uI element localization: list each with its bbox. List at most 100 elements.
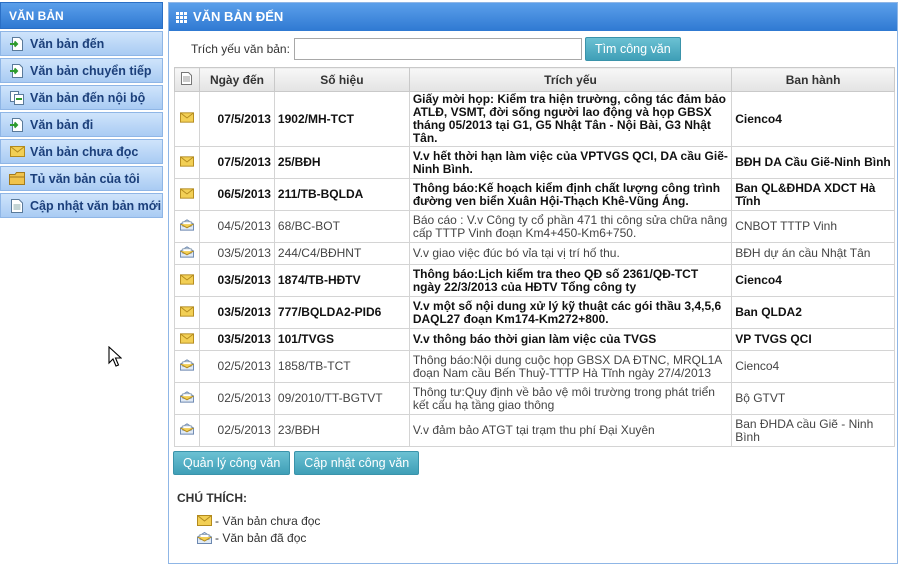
envelope-open-icon [179,359,194,374]
table-row[interactable]: 03/5/2013 101/TVGS V.v thông báo thời gian… [174,328,895,351]
row-date: 02/5/2013 [198,350,275,383]
sidebar-item-3[interactable]: Văn bản đến nội bộ [0,85,163,110]
sidebar-item-label: Văn bản đi [30,117,94,132]
document-arrow-icon [9,36,25,51]
update-documents-button[interactable]: Cập nhật công văn [294,451,420,475]
row-number: 1858/TB-TCT [273,350,410,383]
sidebar: VĂN BẢN Văn bản đến Văn bản chuyển tiếp Vă… [0,2,163,220]
envelope-closed-icon [179,305,194,320]
row-summary[interactable]: V.v đảm bảo ATGT tại trạm thu phí Đại Xu… [408,414,733,447]
envelope-closed-icon [197,515,212,527]
manage-documents-button[interactable]: Quản lý công văn [173,451,291,475]
table-row[interactable]: 06/5/2013 211/TB-BQLDA Thông báo:Kế hoạch … [174,178,895,211]
sidebar-title: VĂN BẢN [0,2,163,29]
row-summary[interactable]: Thông báo:Lịch kiểm tra theo QĐ số 2361/… [408,264,733,297]
row-number: 1874/TB-HĐTV [273,264,410,297]
document-icon [9,198,25,213]
legend-read: - Văn bản đã đọc [197,531,320,545]
row-status-cell [174,178,200,211]
sidebar-item-label: Văn bản chưa đọc [30,144,139,159]
row-issuer: Ban QL&ĐHDA XDCT Hà Tĩnh [731,178,895,211]
table-row[interactable]: 03/5/2013 777/BQLDA2-PID6 V.v một số nội d… [174,296,895,329]
row-summary[interactable]: Thông báo:Kế hoạch kiểm định chất lượng … [408,178,733,211]
row-issuer: CNBOT TTTP Vinh [731,210,895,243]
row-status-cell [174,296,200,329]
table-row[interactable]: 03/5/2013 244/C4/BĐHNT V.v giao việc đúc b… [174,242,895,265]
header-issuer[interactable]: Ban hành [731,67,895,92]
sidebar-item-label: Văn bản đến [30,36,105,51]
row-summary[interactable]: V.v hết thời hạn làm việc của VPTVGS QCI… [408,146,733,179]
row-summary[interactable]: V.v thông báo thời gian làm việc của TVG… [408,328,733,351]
row-issuer: Ban ĐHDA cầu Giẽ - Ninh Bình [731,414,895,447]
table-row[interactable]: 02/5/2013 09/2010/TT-BGTVT Thông tư:Quy đị… [174,382,895,415]
row-number: 244/C4/BĐHNT [273,242,410,265]
folder-icon [9,172,25,186]
sidebar-item-5[interactable]: Văn bản chưa đọc [0,139,163,164]
row-date: 03/5/2013 [198,264,275,297]
envelope-open-icon [179,391,194,406]
row-status-cell [174,382,200,415]
row-issuer: Bộ GTVT [731,382,895,415]
documents-table: Ngày đến Số hiệu Trích yếu Ban hành 07/5… [174,67,895,447]
row-summary[interactable]: Thông báo:Nội dung cuộc họp GBSX DA ĐTNC… [408,350,733,383]
table-row[interactable]: 02/5/2013 1858/TB-TCT Thông báo:Nội dung c… [174,350,895,383]
panel-title: VĂN BẢN ĐẾN [193,9,284,24]
row-date: 02/5/2013 [198,414,275,447]
row-issuer: BĐH dự án cầu Nhật Tân [731,242,895,265]
table-row[interactable]: 02/5/2013 23/BĐH V.v đảm bảo ATGT tại trạm… [174,414,895,447]
sidebar-item-label: Cập nhật văn bản mới [30,198,162,213]
sidebar-item-7[interactable]: Cập nhật văn bản mới [0,193,163,218]
table-row[interactable]: 07/5/2013 1902/MH-TCT Giấy mời họp: Kiểm t… [174,91,895,147]
row-status-cell [174,350,200,383]
row-status-cell [174,264,200,297]
row-number: 101/TVGS [273,328,410,351]
row-number: 777/BQLDA2-PID6 [273,296,410,329]
sidebar-item-1[interactable]: Văn bản đến [0,31,163,56]
row-date: 07/5/2013 [198,91,275,147]
row-issuer: Ban QLDA2 [731,296,895,329]
row-summary[interactable]: Giấy mời họp: Kiểm tra hiện trường, công… [408,91,733,147]
panel-header: VĂN BẢN ĐẾN [169,3,897,31]
envelope-open-icon [179,219,194,234]
row-number: 25/BĐH [273,146,410,179]
header-number[interactable]: Số hiệu [273,67,410,92]
legend-unread: - Văn bản chưa đọc [197,514,320,528]
header-date[interactable]: Ngày đến [198,67,275,92]
sidebar-item-2[interactable]: Văn bản chuyển tiếp [0,58,163,83]
search-row: Trích yếu văn bản: Tìm công văn [191,37,681,61]
row-issuer: Cienco4 [731,264,895,297]
search-button[interactable]: Tìm công văn [584,37,681,61]
row-date: 02/5/2013 [198,382,275,415]
row-status-cell [174,242,200,265]
row-issuer: VP TVGS QCI [731,328,895,351]
table-row[interactable]: 03/5/2013 1874/TB-HĐTV Thông báo:Lịch kiểm… [174,264,895,297]
envelope-closed-icon [179,332,194,347]
row-number: 09/2010/TT-BGTVT [273,382,410,415]
document-arrow-icon [9,63,25,78]
row-summary[interactable]: V.v một số nội dung xử lý kỹ thuật các g… [408,296,733,329]
table-row[interactable]: 07/5/2013 25/BĐH V.v hết thời hạn làm việc… [174,146,895,179]
sidebar-item-label: Văn bản đến nội bộ [30,90,146,105]
sidebar-item-6[interactable]: Tủ văn bản của tôi [0,166,163,191]
search-label: Trích yếu văn bản: [191,42,290,56]
table-row[interactable]: 04/5/2013 68/BC-BOT Báo cáo : V.v Công ty … [174,210,895,243]
row-date: 06/5/2013 [198,178,275,211]
sidebar-item-label: Văn bản chuyển tiếp [30,63,152,78]
row-summary[interactable]: Thông tư:Quy định về bảo vệ môi trường t… [408,382,733,415]
envelope-closed-icon [179,187,194,202]
row-issuer: BĐH DA Cầu Giẽ-Ninh Bình [731,146,895,179]
search-input[interactable] [293,38,582,60]
row-date: 03/5/2013 [198,328,275,351]
row-number: 23/BĐH [273,414,410,447]
legend: CHÚ THÍCH: - Văn bản chưa đọc - Văn bản … [177,491,320,548]
action-buttons: Quản lý công văn Cập nhật công văn [173,451,420,475]
document-icon [181,71,193,85]
document-copy-icon [9,90,25,105]
header-summary[interactable]: Trích yếu [408,67,733,92]
envelope-closed-icon [179,273,194,288]
sidebar-item-4[interactable]: Văn bản đi [0,112,163,137]
table-header-row: Ngày đến Số hiệu Trích yếu Ban hành [174,67,895,92]
row-summary[interactable]: Báo cáo : V.v Công ty cổ phần 471 thi cô… [408,210,733,243]
row-summary[interactable]: V.v giao việc đúc bó vỉa tại vị trí hố t… [408,242,733,265]
row-date: 03/5/2013 [198,296,275,329]
